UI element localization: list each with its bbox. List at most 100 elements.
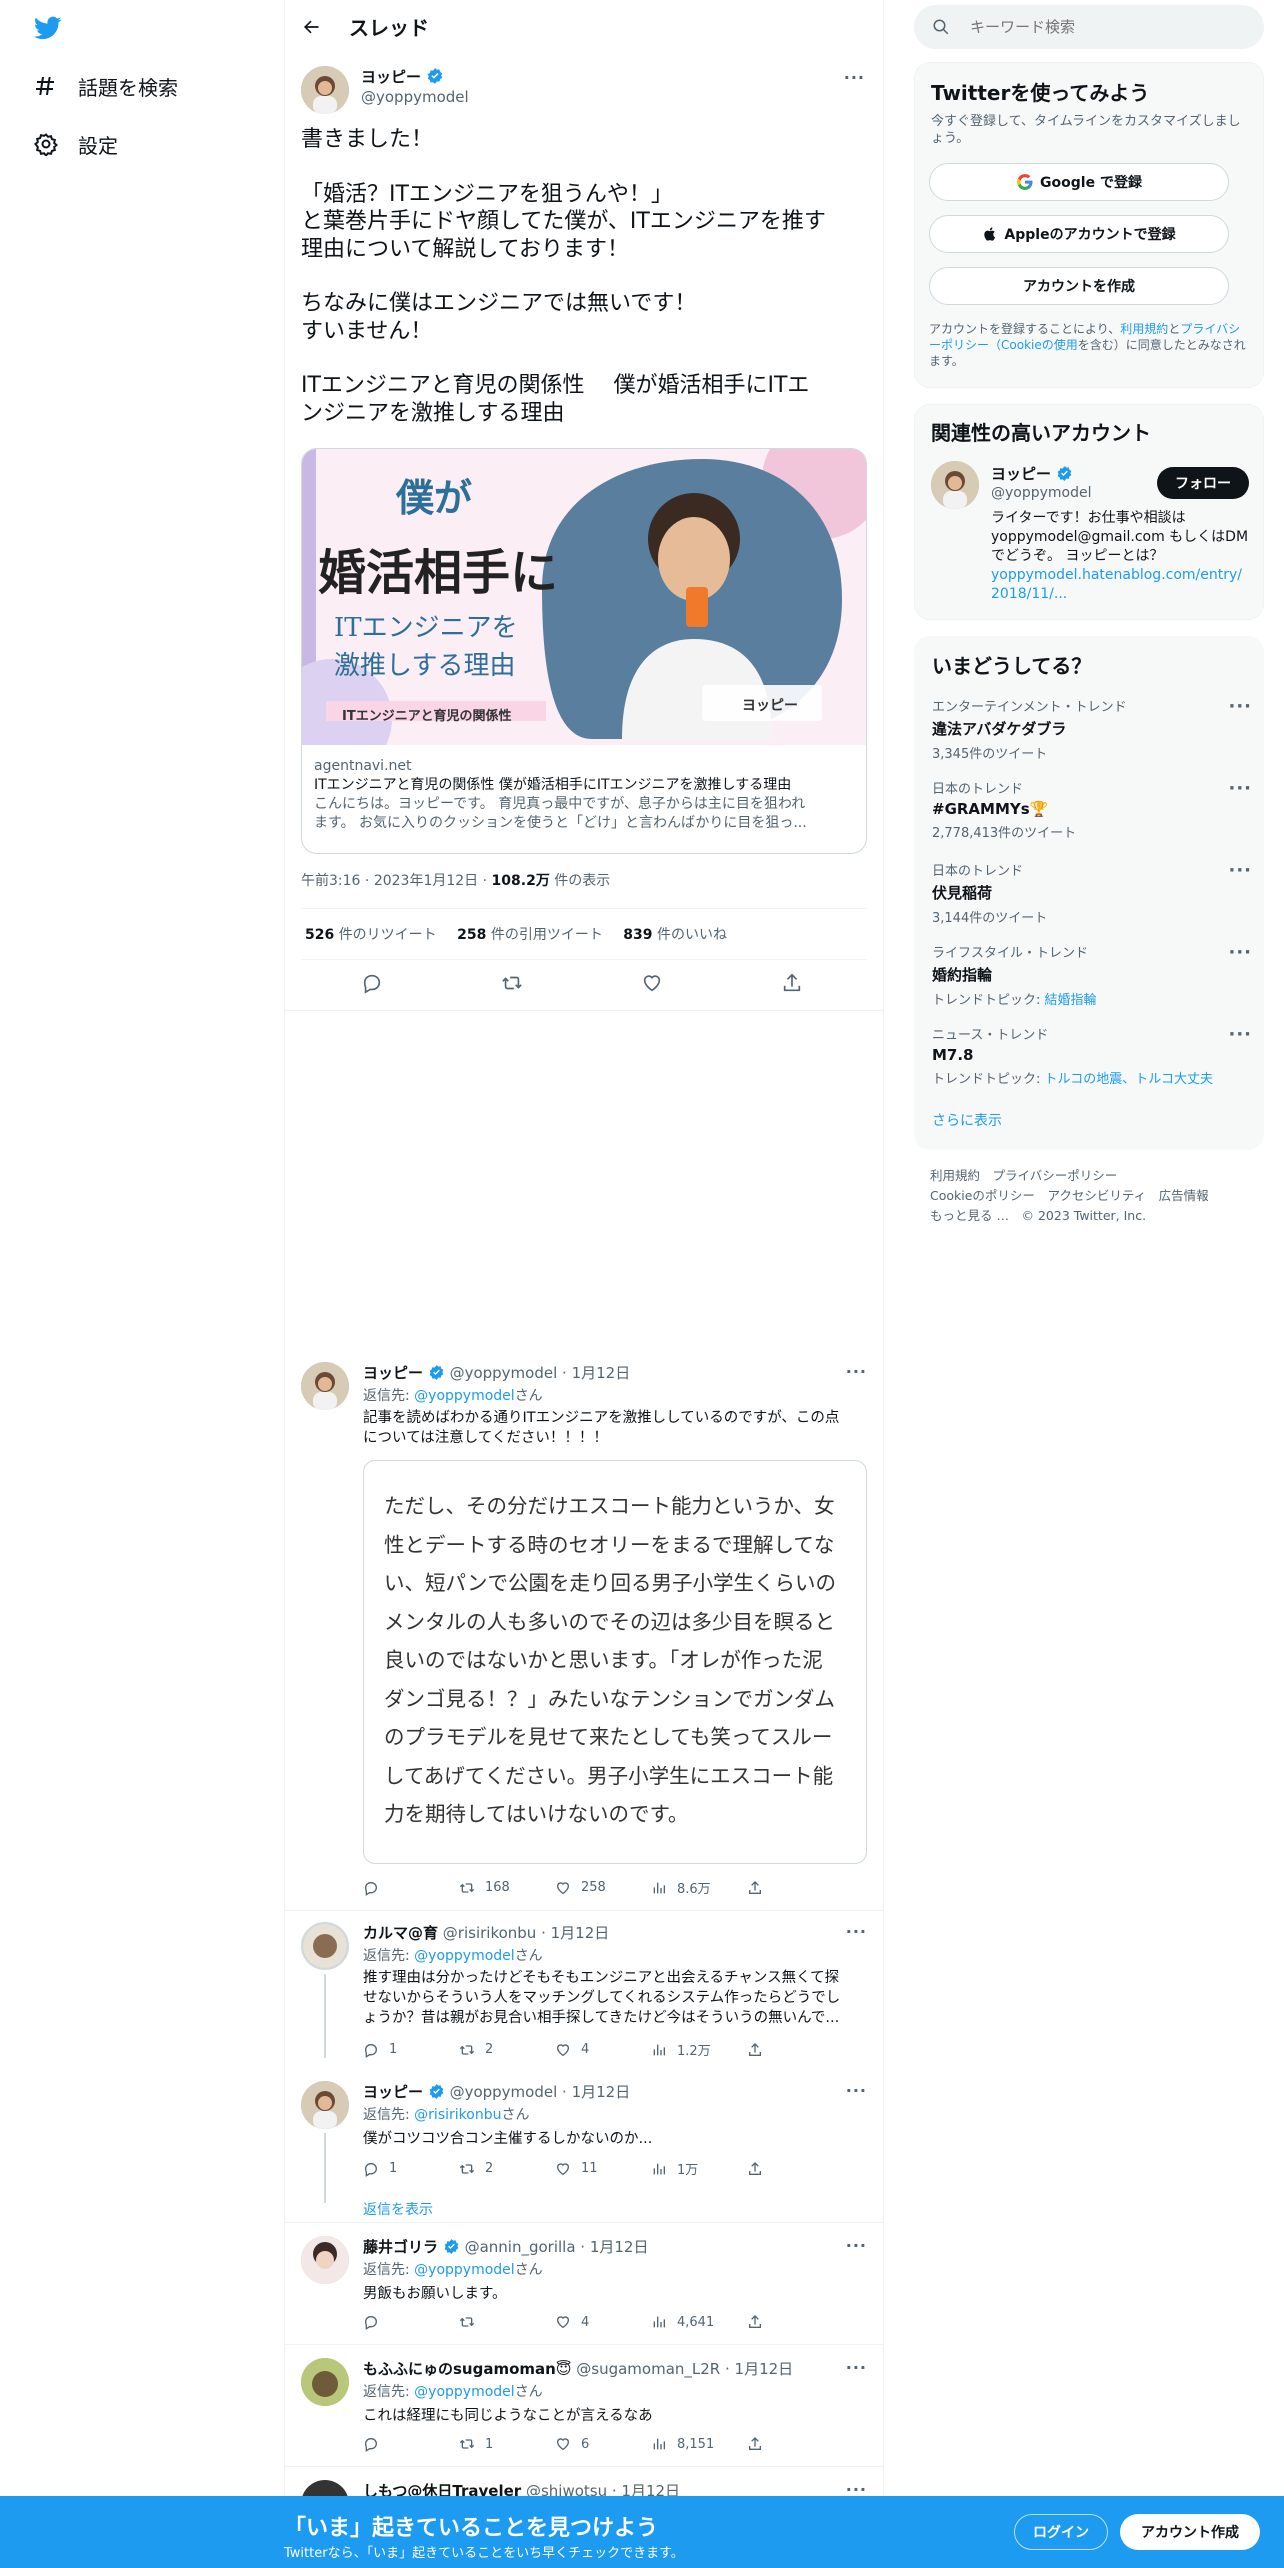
reply-icon[interactable] [361,972,383,994]
reply-tweet[interactable]: もふふにゅのsugamoman😇 @sugamoman_L2R · 1月12日 … [285,2354,885,2464]
reply-tweet[interactable]: ヨッピー @yoppymodel · 1月12日 ··· 返信先: @risir… [285,2077,885,2219]
reply-to-link[interactable]: @yoppymodel [414,2262,515,2278]
tweet-date[interactable]: 2023年1月12日 [374,873,478,889]
share-button[interactable] [747,1878,843,1897]
retweet-button[interactable]: 2 [459,2159,555,2178]
like-icon[interactable] [641,972,663,994]
avatar[interactable] [301,2236,349,2284]
terms-link[interactable]: 利用規約 [1120,322,1168,336]
more-options-icon[interactable]: ··· [1228,778,1252,799]
more-options-icon[interactable]: ··· [844,68,865,87]
avatar[interactable] [931,461,979,509]
avatar[interactable] [301,2081,349,2129]
reply-author-name[interactable]: ヨッピー [363,2083,423,2101]
reply-button[interactable] [363,2436,459,2452]
avatar[interactable] [301,66,349,114]
footer-link[interactable]: アクセシビリティ [1047,1188,1146,1203]
login-button[interactable]: ログイン [1014,2514,1108,2550]
reply-handle[interactable]: @sugamoman_L2R [576,2360,720,2378]
more-options-icon[interactable]: ··· [1228,1024,1252,1045]
reply-date[interactable]: 1月12日 [572,2083,631,2101]
reply-to-link[interactable]: @yoppymodel [414,1388,515,1404]
like-button[interactable]: 11 [555,2159,651,2178]
reply-tweet[interactable]: 藤井ゴリラ @annin_gorilla · 1月12日 ··· 返信先: @y… [285,2232,885,2342]
more-options-icon[interactable]: ··· [1228,860,1252,881]
like-count[interactable]: 839 件のいいね [623,927,727,943]
quote-image[interactable]: ただし、その分だけエスコート能力というか、女 性とデートする時のセオリーをまるで… [363,1460,867,1864]
avatar[interactable] [301,1362,349,1410]
retweet-button[interactable]: 168 [459,1878,555,1897]
nav-explore[interactable]: 話題を検索 [34,68,178,104]
footer-link[interactable]: 利用規約 [930,1168,980,1183]
reply-handle[interactable]: @risirikonbu [443,1924,537,1942]
share-button[interactable] [747,2040,843,2059]
footer-link[interactable]: プライバシーポリシー [993,1168,1118,1183]
like-button[interactable]: 4 [555,2314,651,2330]
reply-to-link[interactable]: @yoppymodel [414,1948,515,1964]
search-field[interactable] [970,18,1230,36]
create-account-button[interactable]: アカウントを作成 [929,267,1229,305]
trend-item[interactable]: エンターテインメント・トレンド 違法アバダケダブラ 3,345件のツイート ··… [932,696,1252,762]
related-name[interactable]: ヨッピー [991,463,1073,484]
more-options-icon[interactable]: ··· [846,1922,867,1941]
like-button[interactable]: 6 [555,2436,651,2452]
tweet-author-handle[interactable]: @yoppymodel [361,88,469,106]
retweet-count[interactable]: 526 件のリツイート [305,927,437,943]
follow-button[interactable]: フォロー [1157,467,1249,499]
reply-author-name[interactable]: もふふにゅのsugamoman😇 [363,2360,571,2378]
reply-handle[interactable]: @yoppymodel [450,1364,558,1382]
reply-date[interactable]: 1月12日 [735,2360,794,2378]
footer-link[interactable]: Cookieのポリシー [930,1188,1035,1203]
trend-item[interactable]: ニュース・トレンド M7.8 トレンドトピック: トルコの地震、トルコ大丈夫 ·… [932,1024,1252,1087]
tweet-time[interactable]: 午前3:16 [301,873,360,889]
search-input[interactable] [914,5,1264,49]
more-options-icon[interactable]: ··· [846,1362,867,1381]
views-button[interactable]: 4,641 [651,2314,747,2330]
reply-date[interactable]: 1月12日 [551,1924,610,1942]
link-card[interactable]: 僕が 婚活相手に ITエンジニアを 激推しする理由 ITエンジニアと育児の関係性… [301,448,867,854]
reply-to-link[interactable]: @risirikonbu [414,2107,501,2123]
more-options-icon[interactable]: ··· [1228,696,1252,717]
views-button[interactable]: 8.6万 [651,1878,747,1897]
more-options-icon[interactable]: ··· [846,2236,867,2255]
apple-signup-button[interactable]: Appleのアカウントで登録 [929,215,1229,253]
bio-link[interactable]: 2018/11/... [991,585,1253,604]
trend-item[interactable]: 日本のトレンド #GRAMMYs🏆 2,778,413件のツイート ··· [932,778,1252,841]
bio-link[interactable]: yoppymodel.hatenablog.com/entry/ [991,566,1253,585]
reply-tweet[interactable]: カルマ@育 @risirikonbu · 1月12日 ··· 返信先: @yop… [285,1918,885,2059]
footer-link[interactable]: 広告情報 [1159,1188,1209,1203]
tweet-author-name[interactable]: ヨッピー [361,66,444,87]
views-button[interactable]: 1万 [651,2159,747,2178]
more-options-icon[interactable]: ··· [846,2081,867,2100]
reply-button[interactable]: 1 [363,2040,459,2059]
reply-button[interactable] [363,1878,459,1897]
reply-handle[interactable]: @annin_gorilla [465,2238,576,2256]
share-button[interactable] [747,2159,843,2178]
share-icon[interactable] [781,972,803,994]
like-button[interactable]: 258 [555,1878,651,1897]
trend-topic-link[interactable]: トルコの地震、トルコ大丈夫 [1045,1072,1213,1087]
views-button[interactable]: 1.2万 [651,2040,747,2059]
reply-button[interactable]: 1 [363,2159,459,2178]
back-arrow-icon[interactable] [301,17,321,37]
trend-item[interactable]: 日本のトレンド 伏見稲荷 3,144件のツイート ··· [932,860,1252,926]
google-signup-button[interactable]: Google で登録 [929,163,1229,201]
retweet-button[interactable]: 1 [459,2436,555,2452]
retweet-button[interactable]: 2 [459,2040,555,2059]
avatar[interactable] [301,1922,349,1970]
retweet-icon[interactable] [501,972,523,994]
reply-handle[interactable]: @yoppymodel [450,2083,558,2101]
avatar[interactable] [301,2358,349,2406]
twitter-logo-icon[interactable] [32,14,64,46]
reply-author-name[interactable]: ヨッピー [363,1364,423,1382]
signup-button[interactable]: アカウント作成 [1120,2514,1260,2550]
share-button[interactable] [747,2436,843,2452]
show-replies-link[interactable]: 返信を表示 [363,2199,433,2219]
retweet-button[interactable] [459,2314,555,2330]
reply-author-name[interactable]: カルマ@育 [363,1924,438,1942]
footer-more-link[interactable]: もっと見る … [930,1208,1009,1223]
show-more-trends[interactable]: さらに表示 [932,1110,1002,1130]
related-handle[interactable]: @yoppymodel [991,485,1092,501]
more-options-icon[interactable]: ··· [846,2358,867,2377]
reply-tweet[interactable]: しもつ@休日Traveler @shiwotsu · 1月12日 ··· [285,2476,885,2528]
